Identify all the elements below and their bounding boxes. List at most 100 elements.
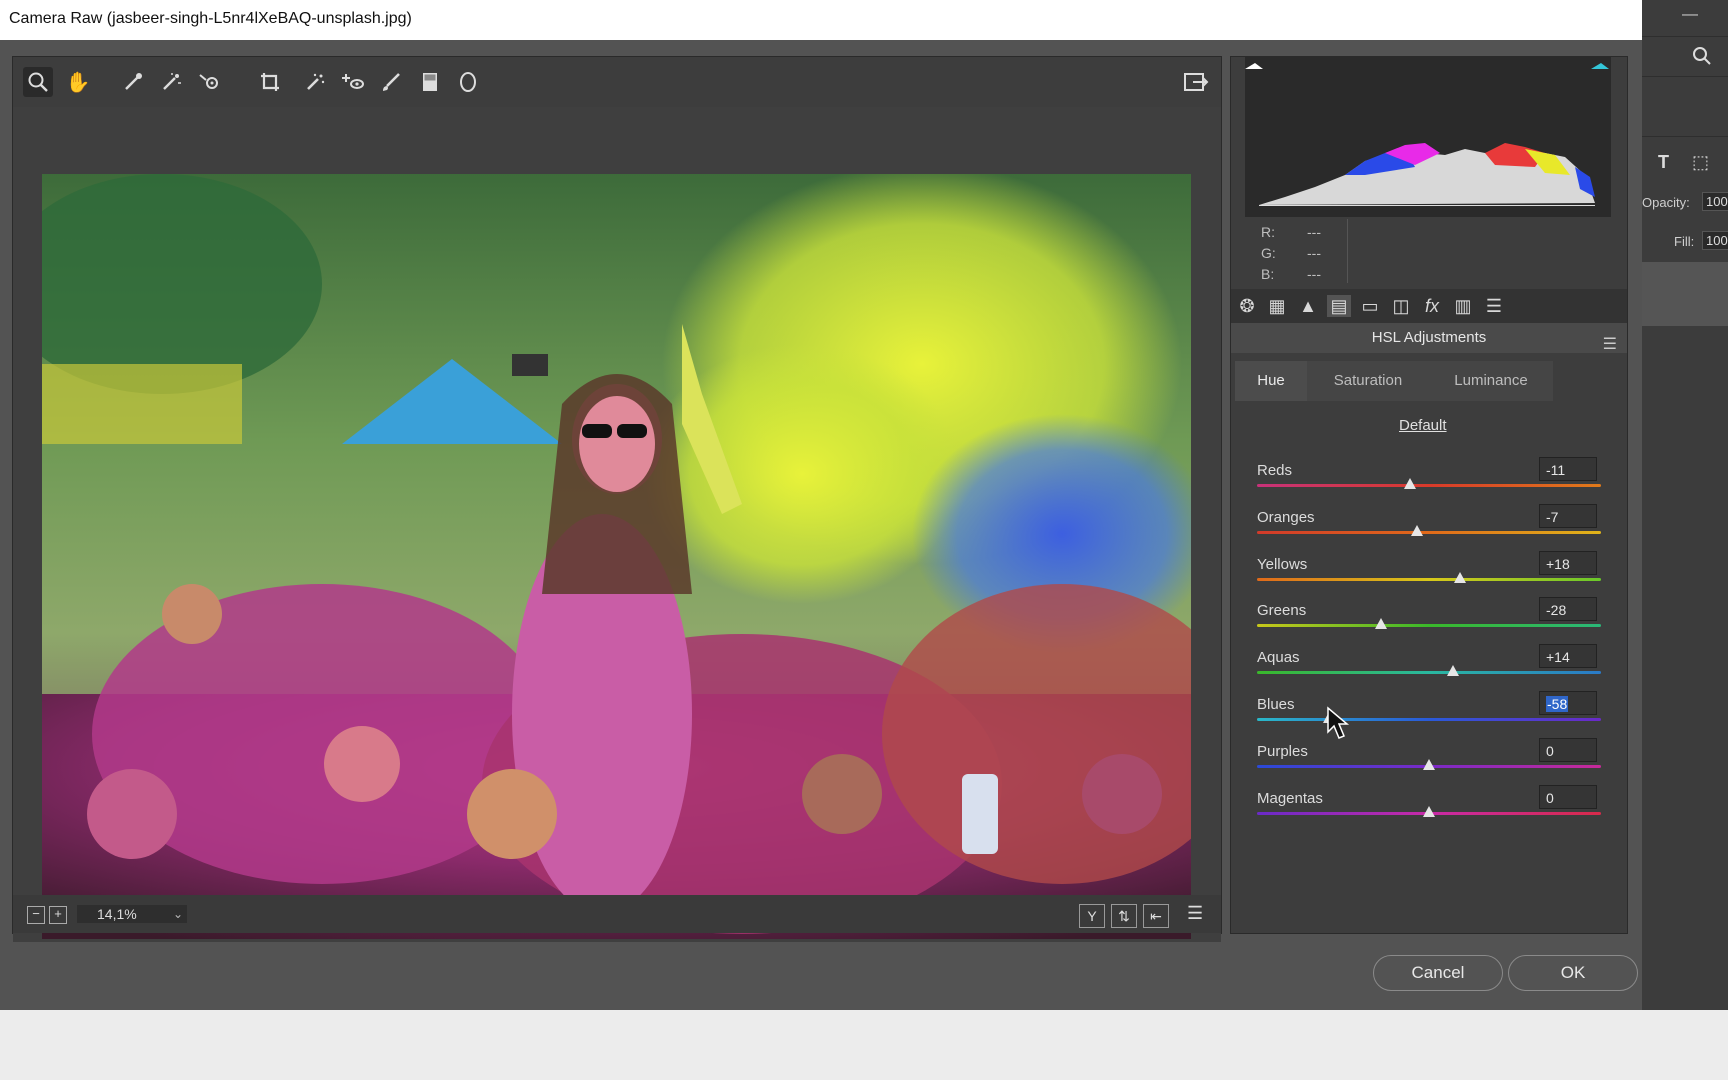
g-label: G: xyxy=(1261,245,1276,261)
slider-value: -28 xyxy=(1546,602,1567,619)
camera-calibration-icon[interactable]: ▥ xyxy=(1451,295,1475,317)
tab-luminance[interactable]: Luminance xyxy=(1429,361,1553,401)
b-label: B: xyxy=(1261,266,1275,282)
slider-thumb[interactable] xyxy=(1410,524,1423,536)
radial-filter-icon[interactable] xyxy=(453,67,483,97)
slider-label: Aquas xyxy=(1257,649,1300,667)
slider-row-oranges: Oranges -7 xyxy=(1257,503,1605,549)
white-balance-icon[interactable] xyxy=(118,67,148,97)
tool-bar: ✋ xyxy=(13,57,1221,107)
panel-tab-icons: ❂ ▦ ▲ ▤ ▭ ◫ fx ▥ ☰ xyxy=(1231,289,1627,323)
slider-row-magentas: Magentas 0 xyxy=(1257,784,1605,830)
slider-track[interactable] xyxy=(1257,718,1601,721)
copy-settings-icon[interactable]: ⇤ xyxy=(1143,904,1169,928)
tab-saturation[interactable]: Saturation xyxy=(1307,361,1429,401)
zoom-in-button[interactable]: + xyxy=(49,906,67,924)
slider-thumb[interactable] xyxy=(1404,478,1417,489)
before-after-icon[interactable]: Y xyxy=(1079,904,1105,928)
window-title: Camera Raw (jasbeer-singh-L5nr4lXeBAQ-un… xyxy=(9,10,412,27)
slider-label: Oranges xyxy=(1257,508,1315,526)
panel-menu-icon[interactable]: ☰ xyxy=(1603,330,1617,360)
bg-search-bar xyxy=(1642,36,1728,77)
slider-row-purples: Purples 0 xyxy=(1257,737,1605,783)
rgb-divider xyxy=(1347,219,1348,283)
tab-hue[interactable]: Hue xyxy=(1235,361,1307,401)
slider-row-yellows: Yellows +18 xyxy=(1257,550,1605,596)
tone-curve-icon[interactable]: ▦ xyxy=(1265,295,1289,317)
slider-thumb[interactable] xyxy=(1453,571,1466,583)
slider-value-field[interactable]: +18 xyxy=(1539,550,1597,575)
slider-track[interactable] xyxy=(1257,530,1601,534)
slider-label: Yellows xyxy=(1257,555,1308,573)
slider-track[interactable] xyxy=(1257,671,1601,675)
panel-title: HSL Adjustments xyxy=(1371,329,1487,346)
fill-field[interactable]: 100 xyxy=(1702,231,1728,250)
hsl-panel-icon[interactable]: ▤ xyxy=(1327,295,1351,317)
search-icon[interactable] xyxy=(1692,46,1712,66)
slider-row-blues: Blues -58 xyxy=(1257,691,1605,736)
highlight-clipping-icon xyxy=(1591,63,1609,69)
adjustments-panel: R: G: B: --- --- --- ❂ ▦ ▲ ▤ ▭ ◫ fx ▥ ☰ … xyxy=(1230,56,1628,934)
slider-label: Blues xyxy=(1257,696,1295,713)
preview-settings-icon[interactable]: ☰ xyxy=(1187,903,1203,924)
open-preferences-icon[interactable] xyxy=(1181,67,1211,97)
chevron-down-icon[interactable]: ⌄ xyxy=(173,905,183,923)
b-value: --- xyxy=(1307,266,1321,282)
basic-panel-icon[interactable]: ❂ xyxy=(1235,295,1259,317)
split-toning-icon[interactable]: ▭ xyxy=(1358,295,1382,317)
minimize-icon[interactable]: — xyxy=(1682,6,1698,24)
slider-thumb[interactable] xyxy=(1447,665,1460,677)
slider-label: Reds xyxy=(1257,462,1293,479)
opacity-field[interactable]: 100 xyxy=(1702,192,1728,211)
swap-settings-icon[interactable]: ⇅ xyxy=(1111,904,1137,928)
slider-row-aquas: Aquas +14 xyxy=(1257,644,1605,689)
red-eye-icon[interactable] xyxy=(338,67,368,97)
detail-icon[interactable]: ▲ xyxy=(1296,295,1320,317)
slider-track[interactable] xyxy=(1257,484,1601,487)
slider-value-field[interactable]: -28 xyxy=(1539,597,1597,622)
hand-icon[interactable]: ✋ xyxy=(63,67,93,97)
type-tool-icon[interactable]: T xyxy=(1658,152,1669,173)
slider-value: -11 xyxy=(1546,462,1566,478)
spot-removal-icon[interactable] xyxy=(300,67,330,97)
background-app-panel: — T ⬚ Opacity: 100 Fill: 100 xyxy=(1642,0,1728,1010)
lens-corrections-icon[interactable]: ◫ xyxy=(1389,295,1413,317)
graduated-filter-icon[interactable] xyxy=(415,67,445,97)
adjustment-brush-icon[interactable] xyxy=(376,67,406,97)
ok-button[interactable]: OK xyxy=(1508,955,1638,991)
slider-value: +18 xyxy=(1546,555,1570,572)
r-value: --- xyxy=(1307,224,1321,240)
slider-value-field[interactable]: -11 xyxy=(1539,457,1597,481)
transform-icon[interactable]: ⬚ xyxy=(1692,152,1709,173)
slider-thumb[interactable] xyxy=(1374,618,1387,630)
mouse-cursor-icon xyxy=(1327,706,1350,739)
presets-icon[interactable]: ☰ xyxy=(1482,295,1506,317)
slider-thumb[interactable] xyxy=(1423,805,1435,817)
slider-thumb[interactable] xyxy=(1423,758,1435,770)
preview-panel: ✋ − + 14,1% ⌄ Y ⇅ ⇤ ☰ xyxy=(12,56,1222,942)
targeted-adjustment-icon[interactable] xyxy=(195,67,225,97)
slider-value-field[interactable]: +14 xyxy=(1539,644,1597,669)
slider-track[interactable] xyxy=(1257,577,1601,581)
default-link[interactable]: Default xyxy=(1399,417,1447,434)
bg-options-bar xyxy=(1642,76,1728,137)
cancel-button[interactable]: Cancel xyxy=(1373,955,1503,991)
color-sampler-icon[interactable] xyxy=(156,67,186,97)
slider-track[interactable] xyxy=(1257,624,1601,628)
slider-row-greens: Greens -28 xyxy=(1257,597,1605,642)
histogram-graph xyxy=(1245,63,1609,206)
effects-fx-icon[interactable]: fx xyxy=(1420,295,1444,317)
zoom-icon[interactable] xyxy=(23,67,53,97)
crop-icon[interactable] xyxy=(255,67,285,97)
slider-value-field[interactable]: 0 xyxy=(1539,784,1597,809)
histogram xyxy=(1245,57,1611,217)
slider-value-field[interactable]: 0 xyxy=(1539,737,1597,762)
opacity-label: Opacity: xyxy=(1642,195,1690,210)
zoom-out-button[interactable]: − xyxy=(27,906,45,924)
zoom-level[interactable]: 14,1% ⌄ xyxy=(77,905,187,923)
slider-value-field[interactable]: -7 xyxy=(1539,503,1597,528)
layer-row[interactable] xyxy=(1642,262,1728,326)
r-label: R: xyxy=(1261,224,1275,240)
image-canvas[interactable] xyxy=(13,107,1221,942)
slider-value-field[interactable]: -58 xyxy=(1539,691,1597,715)
